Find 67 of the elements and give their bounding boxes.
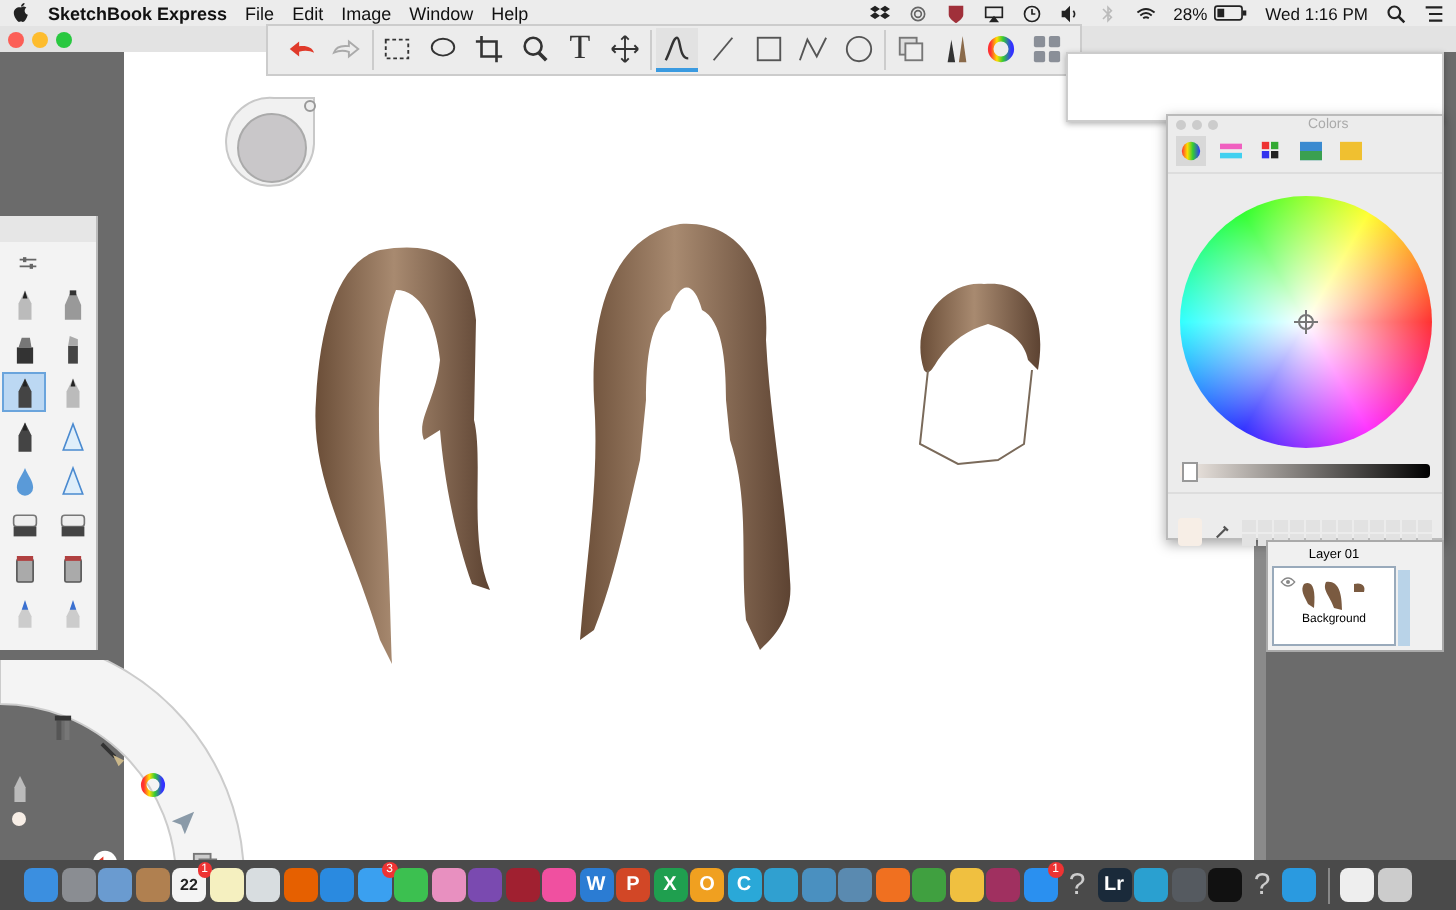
app-icon[interactable] [98,868,132,902]
drop-icon[interactable] [11,463,37,497]
tools-icon[interactable] [50,714,76,740]
volume-icon[interactable] [1059,3,1080,23]
current-color-swatch[interactable] [1178,518,1202,546]
close-button[interactable] [8,31,24,47]
settings-icon[interactable] [18,254,38,272]
curve-icon[interactable] [661,33,692,63]
stacked-pages-icon[interactable] [895,33,926,63]
move-arrows-icon[interactable] [610,33,641,63]
dashed-rectangle-icon[interactable] [382,33,413,63]
app-icon[interactable]: W [579,868,613,902]
dropbox-icon[interactable] [869,3,890,23]
current-color-dot[interactable] [12,812,26,826]
triangle-icon[interactable] [59,419,85,453]
crosshair-icon[interactable] [1293,310,1317,334]
wifi-icon[interactable] [1135,3,1156,23]
menu-clock[interactable]: Wed 1:16 PM [1265,3,1368,23]
app-icon[interactable]: P [616,868,650,902]
search-icon[interactable] [1386,3,1406,23]
app-icon[interactable] [1340,868,1374,902]
triangle-icon[interactable] [59,463,85,497]
battery-percent: 28% [1173,3,1208,23]
curve-tool-button[interactable] [656,28,698,72]
pen-brush-button[interactable] [2,372,46,412]
app-icon[interactable] [394,868,428,902]
pointer-icon[interactable] [170,810,196,836]
app-menu[interactable]: SketchBook Express [48,3,228,23]
grid-icon[interactable] [1032,33,1063,63]
rectangle-icon[interactable] [753,33,783,63]
brush-icon[interactable] [100,742,126,768]
app-icon[interactable] [431,868,465,902]
bucket-icon[interactable] [11,551,37,585]
menu-item[interactable]: Window [409,3,474,23]
shield-icon[interactable] [945,3,966,23]
list-icon[interactable] [1424,3,1444,23]
line-icon[interactable] [707,33,738,63]
menu-item[interactable]: Image [341,3,392,23]
app-icon[interactable]: Lr [1097,868,1131,902]
circle-icon[interactable] [844,33,875,63]
cloud-icon[interactable] [907,3,928,23]
text-tool-button[interactable]: T [559,28,601,72]
clock-icon[interactable] [1021,3,1042,23]
slider-thumb[interactable] [1181,462,1198,482]
app-icon[interactable] [1377,868,1411,902]
apple-icon[interactable] [12,2,30,24]
missing-app-icon[interactable]: ? [1245,868,1279,902]
airbrush-icon[interactable] [59,287,85,321]
color-wheel-icon[interactable] [140,772,166,798]
eyedropper-icon[interactable] [1213,522,1230,542]
crop-icon[interactable] [473,33,504,63]
eye-icon[interactable] [1280,576,1296,588]
menu-item[interactable]: File [245,3,275,23]
battery-icon[interactable] [1213,4,1248,22]
menu-item[interactable]: Help [491,3,529,23]
zigzag-line-icon[interactable] [798,33,829,63]
app-icon[interactable] [949,868,983,902]
airplay-icon[interactable] [983,3,1004,23]
app-icon[interactable] [209,868,243,902]
zoom-icon[interactable] [519,33,550,63]
bucket-icon[interactable] [59,551,85,585]
palette-header [0,216,96,242]
menu-item[interactable]: Edit [292,3,324,23]
missing-app-icon[interactable]: ? [1060,868,1094,902]
color-wheel-icon[interactable] [986,33,1017,63]
brightness-slider[interactable] [1180,464,1430,478]
app-icon[interactable] [246,868,280,902]
